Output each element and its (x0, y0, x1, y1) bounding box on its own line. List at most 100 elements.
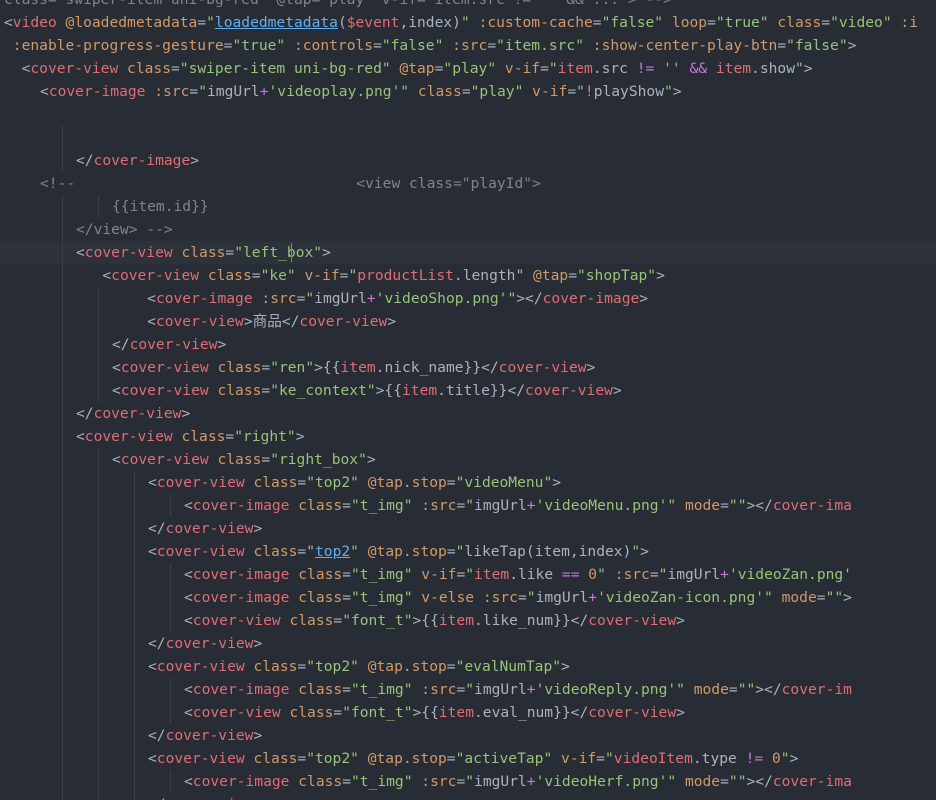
code-line[interactable]: <cover-view class="top2" @tap.stop="acti… (0, 747, 936, 770)
code-token: class (127, 60, 171, 77)
code-line[interactable]: <cover-view class="ke_context">{{item.ti… (0, 379, 936, 402)
indent-guide (134, 770, 135, 793)
code-line[interactable]: <cover-view class="top2" @tap.stop="eval… (0, 655, 936, 678)
code-token: + (526, 497, 536, 514)
code-line[interactable]: <cover-image class="t_img" :src="imgUrl+… (0, 494, 936, 517)
code-line[interactable]: <cover-view class="font_t">{{item.like_n… (0, 609, 936, 632)
code-token: > (672, 83, 682, 100)
code-token: cover-view (120, 359, 209, 376)
code-token: "" (825, 589, 844, 606)
code-token: {{item.id}} (112, 198, 209, 215)
indent-guide (98, 540, 99, 563)
code-editor[interactable]: class="swiper-item uni-bg-red" @tap="pla… (0, 0, 936, 800)
code-line[interactable]: <cover-image :src="imgUrl+'videoShop.png… (0, 287, 936, 310)
code-token: && (689, 60, 708, 77)
code-line[interactable]: </cover-view> (0, 632, 936, 655)
code-token: "top2" (306, 474, 359, 491)
code-line[interactable]: <cover-view class="top2" @tap.stop="vide… (0, 471, 936, 494)
indent-guide (62, 126, 63, 149)
code-token: imgUrl (474, 681, 527, 698)
code-token: :src (421, 773, 457, 790)
indent-guide (98, 195, 99, 218)
code-line[interactable]: <cover-view class="font_t">{{item.eval_n… (0, 701, 936, 724)
code-line[interactable] (0, 126, 936, 149)
code-token: cover-image (192, 497, 290, 514)
code-line[interactable]: <cover-view class="ke" v-if="productList… (0, 264, 936, 287)
code-token: v-if (421, 566, 457, 583)
code-token: " (515, 267, 525, 284)
code-token: cover-view (156, 474, 245, 491)
code-token: > (612, 382, 622, 399)
code-line[interactable]: </cover-view> (0, 724, 936, 747)
code-line[interactable]: <cover-view class="right"> (0, 425, 936, 448)
code-token: > (322, 244, 331, 261)
code-line[interactable]: {{item.id}} (0, 195, 936, 218)
code-line[interactable]: <video @loadedmetadata="loadedmetadata($… (0, 11, 936, 34)
code-line[interactable]: </view> --> (0, 218, 936, 241)
code-token: = (456, 681, 466, 698)
code-line[interactable]: </cover-view> (0, 333, 936, 356)
code-line[interactable]: <cover-image class="t_img" :src="imgUrl+… (0, 770, 936, 793)
code-token: " (465, 497, 475, 514)
code-token: " (465, 681, 475, 698)
current-code-line[interactable]: <cover-view class="left_box"> (0, 241, 936, 264)
code-line[interactable]: </cover-view> (0, 793, 936, 800)
code-line[interactable]: <cover-view class="right_box"> (0, 448, 936, 471)
code-line[interactable]: <cover-image :src="imgUrl+'videoplay.png… (0, 80, 936, 103)
code-token: = (297, 474, 307, 491)
code-line[interactable]: class="swiper-item uni-bg-red" @tap="pla… (0, 0, 936, 11)
code-token: > (387, 313, 397, 330)
code-token: = (373, 37, 382, 54)
code-token: playShow (593, 83, 664, 100)
indent-guide (98, 356, 99, 379)
code-line[interactable]: <cover-view class="swiper-item uni-bg-re… (0, 57, 936, 80)
code-line[interactable]: <cover-view class="ren">{{item.nick_name… (0, 356, 936, 379)
code-text: <cover-view>商品</cover-view> (112, 310, 396, 333)
code-line[interactable]: <!-- <view class="playId"> (0, 172, 936, 195)
code-token: = (197, 14, 207, 31)
code-line[interactable]: <cover-image class="t_img" v-else :src="… (0, 586, 936, 609)
indent-guide (62, 264, 63, 287)
code-token: < (40, 83, 49, 100)
code-text: <cover-view class="ke_context">{{item.ti… (112, 379, 622, 402)
code-token: :src (154, 83, 190, 100)
code-token: cover-view (120, 382, 209, 399)
indent-guide (62, 632, 63, 655)
code-token: </ (148, 796, 166, 800)
code-token: class (253, 750, 298, 767)
code-token: item (715, 60, 752, 77)
code-line[interactable]: <cover-view>商品</cover-view> (0, 310, 936, 333)
code-token: cover-view (155, 313, 244, 330)
indent-guide (62, 425, 63, 448)
code-token: > (253, 520, 263, 537)
code-line[interactable]: :enable-progress-gesture = "true" :control… (0, 34, 936, 57)
code-line[interactable]: </cover-view> (0, 517, 936, 540)
code-line[interactable] (0, 103, 936, 126)
code-line[interactable]: <cover-image class="t_img" :src="imgUrl+… (0, 678, 936, 701)
code-line[interactable]: </cover-image> (0, 149, 936, 172)
code-text: <!-- <view class="playId"> (40, 172, 541, 195)
code-token: item (402, 382, 438, 399)
code-token: " (198, 83, 207, 100)
code-token: = (777, 37, 787, 54)
code-line[interactable]: <cover-view class="top2" @tap.stop="like… (0, 540, 936, 563)
code-text: class="swiper-item uni-bg-red" @tap="pla… (4, 0, 672, 11)
code-line[interactable]: </cover-view> (0, 402, 936, 425)
code-token: @tap.stop (367, 750, 447, 767)
code-token: .eval_num}}</ (474, 704, 589, 721)
code-token: "true" (232, 37, 286, 54)
code-token: < (76, 428, 85, 445)
indent-guide (98, 494, 99, 517)
code-token: imgUrl (474, 773, 527, 790)
code-token: "t_img" (350, 566, 413, 583)
code-line[interactable]: <cover-image class="t_img" v-if="item.li… (0, 563, 936, 586)
